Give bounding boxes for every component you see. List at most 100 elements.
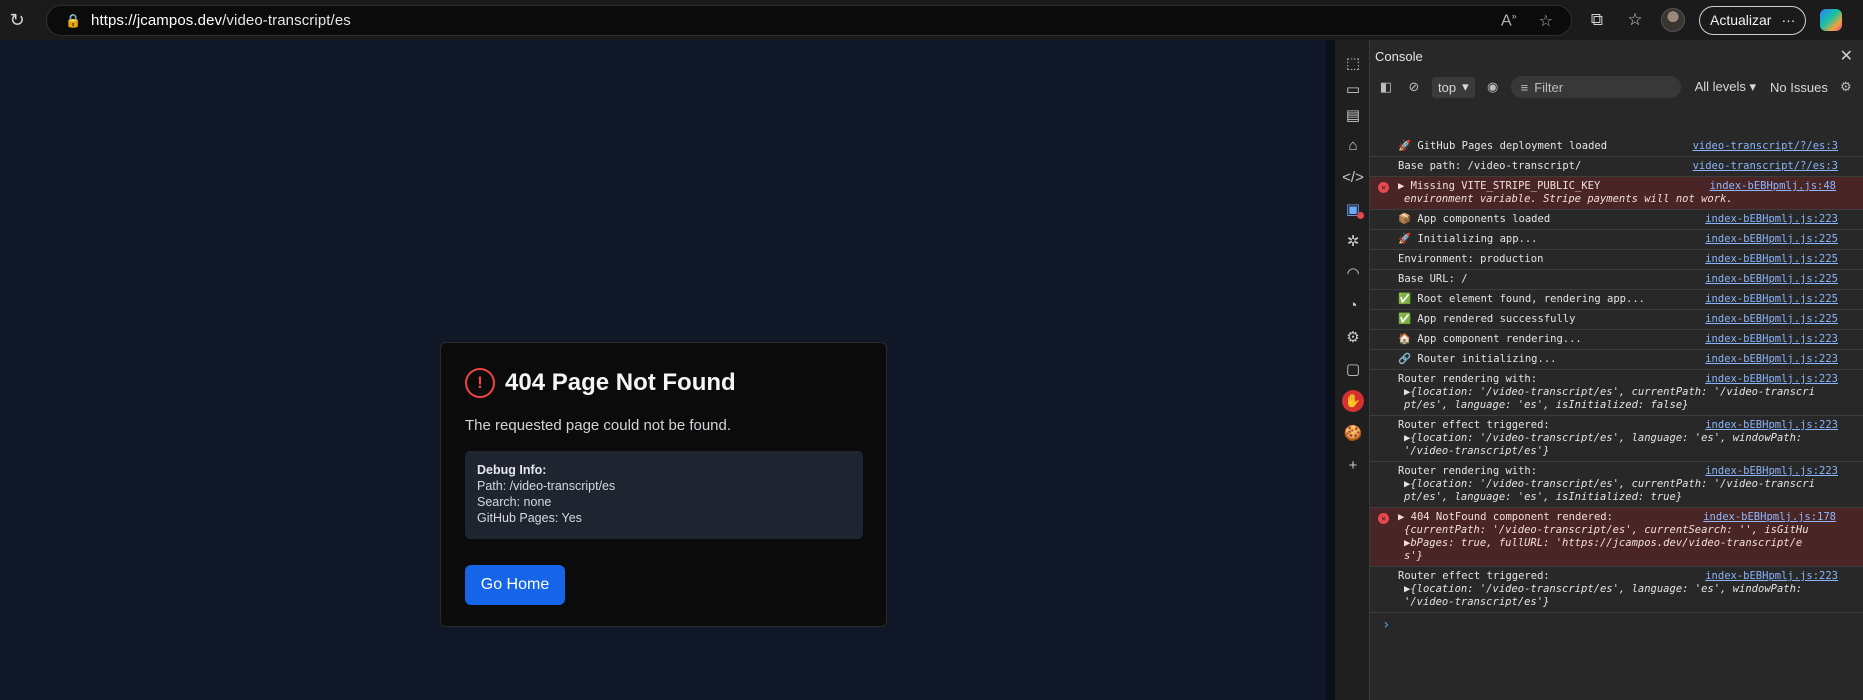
log-source-link[interactable]: index-bEBHpmlj.js:225 [1705,293,1838,306]
console-log-row[interactable]: Router effect triggered: ▶{location: '/vi… [1370,567,1863,613]
filter-icon: ≡ [1520,79,1529,95]
favorite-star-icon[interactable]: ☆ [1539,11,1553,31]
log-source-link[interactable]: index-bEBHpmlj.js:223 [1705,213,1838,226]
console-prompt[interactable]: › [1382,617,1863,633]
log-source-link[interactable]: index-bEBHpmlj.js:225 [1705,313,1838,326]
log-source-link[interactable]: index-bEBHpmlj.js:225 [1705,233,1838,246]
extensions-icon[interactable]: ⧉ [1585,4,1609,36]
eye-icon[interactable]: ◉ [1483,79,1503,95]
close-icon[interactable]: ✕ [1840,46,1853,66]
debug-heading: Debug Info: [477,463,547,477]
not-found-message: The requested page could not be found. [465,417,732,434]
console-log-row[interactable]: Router rendering with: ▶{location: '/vide… [1370,370,1863,416]
log-source-link[interactable]: index-bEBHpmlj.js:223 [1705,373,1838,386]
update-label: Actualizar [1710,12,1772,28]
console-icon[interactable]: ▣ [1342,198,1364,220]
application-icon[interactable]: ▢ [1342,358,1364,380]
console-title: Console [1375,48,1423,64]
log-line: ▶{location: '/video-transcript/es', curr… [1404,478,1815,490]
chevron-down-icon: ▾ [1462,79,1469,94]
page-title: 404 Page Not Found [505,369,736,396]
update-button[interactable]: Actualizar ··· [1699,5,1807,35]
browser-toolbar: ↻ 🔒 https://jcampos.dev/video-transcript… [0,0,1863,40]
lock-icon[interactable]: 🔒 [65,11,85,31]
console-log-row[interactable]: Router effect triggered: ▶{location: '/vi… [1370,416,1863,462]
elements-icon[interactable]: </> [1342,166,1364,188]
panel-icon[interactable]: ▤ [1342,104,1364,126]
console-header: Console [1370,40,1863,72]
card-header: ! 404 Page Not Found [465,368,736,398]
debug-search: Search: none [477,495,552,509]
console-error-row[interactable]: ✕ ▶ 404 NotFound component rendered: {cur… [1370,508,1863,567]
favorites-icon[interactable]: ☆ [1623,4,1647,36]
sidebar-toggle-icon[interactable]: ◧ [1376,79,1396,95]
log-source-link[interactable]: index-bEBHpmlj.js:223 [1705,353,1838,366]
log-source-link[interactable]: video-transcript/?/es:3 [1693,160,1838,173]
settings-gear-icon[interactable]: ⚙ [1342,326,1364,348]
filter-input[interactable]: ≡ Filter [1510,76,1681,98]
log-source-link[interactable]: index-bEBHpmlj.js:223 [1705,419,1838,432]
console-log-row[interactable]: 🏠 App component rendering... index-bEBHpm… [1370,330,1863,350]
log-source-link[interactable]: index-bEBHpmlj.js:223 [1705,465,1838,478]
log-line: ▶{location: '/video-transcript/es', lang… [1404,583,1803,595]
clear-console-icon[interactable]: ⊘ [1404,79,1424,95]
error-icon: ✕ [1378,513,1389,524]
error-icon: ✕ [1378,182,1389,193]
debug-path: Path: /video-transcript/es [477,479,616,493]
go-home-button[interactable]: Go Home [465,565,565,605]
log-line: environment variable. Stripe payments wi… [1404,193,1733,205]
sources-bug-icon[interactable]: ✲ [1342,230,1364,252]
console-log-row[interactable]: 🔗 Router initializing... index-bEBHpmlj.j… [1370,350,1863,370]
console-log-row[interactable]: Base URL: / index-bEBHpmlj.js:225 [1370,270,1863,290]
log-levels-select[interactable]: All levels ▾ [1695,79,1756,95]
reload-icon[interactable]: ↻ [0,0,34,40]
gear-icon[interactable]: ⚙ [1836,79,1856,95]
welcome-home-icon[interactable]: ⌂ [1342,134,1364,156]
url-host: https://jcampos.dev [91,12,223,29]
devtools-activity-bar: ⬚ ▭ ▤ ⌂ </> ▣ ✲ ◠ ◔ ⚙ ▢ ✋ 🍪 + [1335,40,1370,700]
performance-icon[interactable]: ◔ [1342,294,1364,316]
debug-info-box: Debug Info: Path: /video-transcript/es S… [465,451,863,539]
log-line: '/video-transcript/es'} [1404,445,1550,457]
log-source-link[interactable]: index-bEBHpmlj.js:223 [1705,333,1838,346]
log-source-link[interactable]: index-bEBHpmlj.js:48 [1709,180,1836,193]
log-line: '/video-transcript/es'} [1404,596,1550,608]
inspect-icon[interactable]: ⬚ [1342,52,1364,74]
profile-avatar[interactable] [1661,8,1685,32]
error-dot [1357,212,1364,219]
log-source-link[interactable]: index-bEBHpmlj.js:225 [1705,253,1838,266]
console-log-row[interactable]: 🚀 Initializing app... index-bEBHpmlj.js:2… [1370,230,1863,250]
console-log-row[interactable]: 📦 App components loaded index-bEBHpmlj.js… [1370,210,1863,230]
log-line: ▶bPages: true, fullURL: 'https://jcampos… [1404,537,1803,549]
log-source-link[interactable]: index-bEBHpmlj.js:223 [1705,570,1838,583]
console-log-row[interactable]: ✅ App rendered successfully index-bEBHpml… [1370,310,1863,330]
console-log-row[interactable]: Environment: production index-bEBHpmlj.js… [1370,250,1863,270]
log-source-link[interactable]: index-bEBHpmlj.js:178 [1703,511,1836,524]
console-toolbar: ◧ ⊘ top ▾ ◉ ≡ Filter All levels ▾ No Issue… [1370,71,1863,103]
console-log-list: 🚀 GitHub Pages deployment loaded video-tr… [1370,137,1863,633]
log-line: {currentPath: '/video-transcript/es', cu… [1404,524,1809,536]
log-source-link[interactable]: index-bEBHpmlj.js:225 [1705,273,1838,286]
context-label: top [1438,79,1457,95]
url-path: /video-transcript/es [222,12,351,29]
address-bar[interactable]: 🔒 https://jcampos.dev/video-transcript/e… [46,5,1572,36]
console-log-row[interactable]: ✅ Root element found, rendering app... in… [1370,290,1863,310]
more-icon[interactable]: ··· [1781,12,1795,28]
url-text[interactable]: https://jcampos.dev/video-transcript/es [91,12,351,29]
console-log-row[interactable]: 🚀 GitHub Pages deployment loaded video-tr… [1370,137,1863,157]
log-source-link[interactable]: video-transcript/?/es:3 [1693,140,1838,153]
levels-label: All levels [1694,79,1746,94]
add-tool-icon[interactable]: + [1342,454,1364,476]
cookie-icon[interactable]: 🍪 [1342,422,1364,444]
copilot-icon[interactable] [1820,9,1843,31]
hand-stop-icon[interactable]: ✋ [1342,390,1364,412]
network-wifi-icon[interactable]: ◠ [1342,262,1364,284]
debug-github: GitHub Pages: Yes [477,511,582,525]
read-aloud-icon[interactable]: A» [1501,11,1517,31]
issues-counter[interactable]: No Issues [1770,80,1828,95]
context-select[interactable]: top ▾ [1432,76,1475,98]
console-error-row[interactable]: ✕ ▶ Missing VITE_STRIPE_PUBLIC_KEY environ… [1370,177,1863,210]
console-log-row[interactable]: Base path: /video-transcript/video-trans… [1370,157,1863,177]
console-log-row[interactable]: Router rendering with: ▶{location: '/vide… [1370,462,1863,508]
device-emulation-icon[interactable]: ▭ [1342,78,1364,100]
